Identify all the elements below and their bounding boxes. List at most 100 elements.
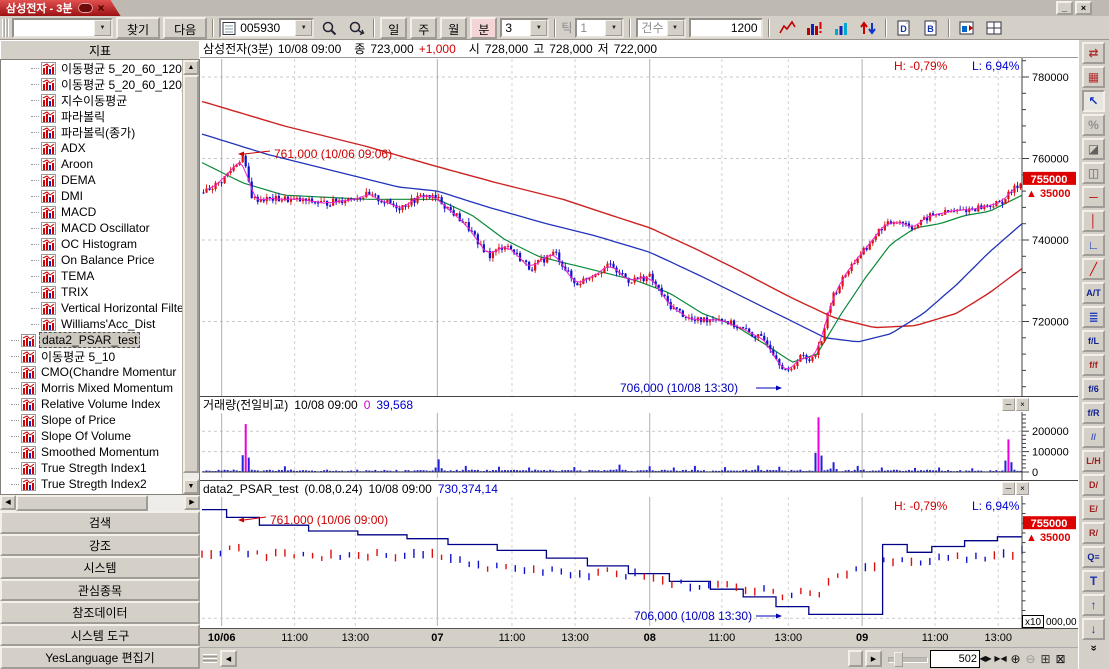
- sidebar-category-button[interactable]: YesLanguage 편집기: [0, 646, 200, 669]
- tree-item[interactable]: True Stregth Index2: [1, 476, 199, 492]
- tree-item[interactable]: Smoothed Momentum: [1, 444, 199, 460]
- volume-panel-minimize-button[interactable]: ─: [1002, 398, 1015, 411]
- updown-arrows-icon[interactable]: [856, 16, 880, 40]
- formula-line-icon[interactable]: f/L: [1082, 330, 1105, 352]
- grid-toggle-icon[interactable]: ⊞: [1039, 650, 1052, 667]
- tree-item[interactable]: DEMA: [1, 172, 199, 188]
- pattern-d-icon[interactable]: D/: [1082, 474, 1105, 496]
- window-link-icon[interactable]: [955, 16, 979, 40]
- tree-item[interactable]: 이동평균 5_20_60_120: [1, 60, 199, 76]
- sidebar-category-button[interactable]: 검색: [0, 511, 200, 534]
- scroll-up-icon[interactable]: ▲: [183, 60, 199, 75]
- scrollbar-thumb[interactable]: [848, 650, 863, 667]
- tree-item[interactable]: On Balance Price: [1, 252, 199, 268]
- scroll-left-icon[interactable]: ◀: [0, 495, 16, 510]
- find-button[interactable]: 찾기: [116, 17, 160, 39]
- scroll-down-icon[interactable]: ▼: [183, 479, 199, 494]
- tree-item[interactable]: Williams'Acc_Dist: [1, 316, 199, 332]
- window-tab[interactable]: 삼성전자 - 3분 ×: [0, 0, 121, 16]
- psar-chart[interactable]: H: -0,79%L: 6,94%761,000 (10/06 09:00)70…: [200, 496, 1078, 628]
- percent-tool-icon[interactable]: %: [1082, 114, 1105, 136]
- tree-item[interactable]: True Stregth Index1: [1, 460, 199, 476]
- refresh-icon[interactable]: ⇄: [1082, 42, 1105, 64]
- fib-lines-tool-icon[interactable]: ≣: [1082, 306, 1105, 328]
- psar-panel-minimize-button[interactable]: ─: [1002, 482, 1015, 495]
- dropdown-arrow-icon[interactable]: [295, 20, 312, 36]
- scroll-right-button[interactable]: ▶: [865, 650, 882, 667]
- main-price-chart[interactable]: 780000760000740000720000H: -0,79%L: 6,94…: [200, 58, 1078, 396]
- dropdown-arrow-icon[interactable]: [94, 20, 111, 36]
- tree-item[interactable]: 이동평균 5_10: [1, 348, 199, 364]
- new-chart-b-icon[interactable]: B: [919, 16, 943, 40]
- bar-chart-blue-icon[interactable]: [829, 16, 853, 40]
- close-chart-icon[interactable]: ⊠: [1054, 650, 1067, 667]
- tree-item[interactable]: Relative Volume Index: [1, 396, 199, 412]
- parallel-lines-icon[interactable]: //: [1082, 426, 1105, 448]
- scrollbar-thumb[interactable]: [16, 495, 148, 511]
- psar-panel-close-button[interactable]: ×: [1016, 482, 1029, 495]
- zoom-out-icon[interactable]: ⊖: [1024, 650, 1037, 667]
- zoom-search-icon[interactable]: [344, 16, 368, 40]
- bar-chart-alert-icon[interactable]: [802, 16, 826, 40]
- tree-item[interactable]: 파라볼릭(종가): [1, 124, 199, 140]
- bar-count-input[interactable]: [689, 18, 763, 38]
- volume-panel-close-button[interactable]: ×: [1016, 398, 1029, 411]
- scroll-left-button[interactable]: ◀: [220, 650, 237, 667]
- tile-chart-icon[interactable]: ▦: [1082, 66, 1105, 88]
- minute-interval-combo[interactable]: 3: [500, 18, 549, 38]
- new-chart-d-icon[interactable]: D: [892, 16, 916, 40]
- formula-arc-icon[interactable]: f/6: [1082, 378, 1105, 400]
- tree-item[interactable]: ADX: [1, 140, 199, 156]
- volume-chart[interactable]: 2000001000000: [200, 412, 1078, 480]
- tree-item[interactable]: OC Histogram: [1, 236, 199, 252]
- sidebar-category-button[interactable]: 관심종목: [0, 579, 200, 602]
- tree-item[interactable]: Vertical Horizontal Filte: [1, 300, 199, 316]
- quote-list-icon[interactable]: Q≡: [1082, 546, 1105, 568]
- tree-item[interactable]: DMI: [1, 188, 199, 204]
- sidebar-category-button[interactable]: 강조: [0, 534, 200, 557]
- dropdown-arrow-icon[interactable]: [530, 20, 547, 36]
- pan-horizontal-icon[interactable]: ◀▶: [979, 650, 992, 667]
- sidebar-category-button[interactable]: 시스템: [0, 556, 200, 579]
- tree-item[interactable]: MACD Oscillator: [1, 220, 199, 236]
- tree-item[interactable]: TRIX: [1, 284, 199, 300]
- tree-item[interactable]: 이동평균 5_20_60_120_: [1, 76, 199, 92]
- window-grid-icon[interactable]: [982, 16, 1006, 40]
- scroll-right-icon[interactable]: ▶: [184, 495, 200, 510]
- tree-item[interactable]: data2_PSAR_test: [1, 332, 199, 348]
- hline-tool-icon[interactable]: ─: [1082, 186, 1105, 208]
- next-button[interactable]: 다음: [163, 17, 207, 39]
- tree-item[interactable]: 파라볼릭: [1, 108, 199, 124]
- scrollbar-thumb[interactable]: [183, 75, 199, 473]
- tree-item[interactable]: Slope of Price: [1, 412, 199, 428]
- tree-item[interactable]: TEMA: [1, 268, 199, 284]
- more-tools-icon[interactable]: »: [1088, 637, 1100, 660]
- symbol-code-combo[interactable]: 005930: [219, 18, 314, 38]
- period-minute-button[interactable]: 분: [470, 17, 497, 39]
- zoom-in-icon[interactable]: ⊕: [1009, 650, 1022, 667]
- toolbar-grip[interactable]: [2, 19, 9, 37]
- formula-fan-icon[interactable]: f/f: [1082, 354, 1105, 376]
- pattern-r-icon[interactable]: R/: [1082, 522, 1105, 544]
- tree-horizontal-scrollbar[interactable]: ◀ ▶: [0, 495, 200, 511]
- tree-item[interactable]: 지수이동평균: [1, 92, 199, 108]
- line-chart-icon[interactable]: [775, 16, 799, 40]
- pattern-e-icon[interactable]: E/: [1082, 498, 1105, 520]
- tree-item[interactable]: Morris Mixed Momentum: [1, 380, 199, 396]
- text-tool-icon[interactable]: T: [1082, 570, 1105, 592]
- tree-item[interactable]: MACD: [1, 204, 199, 220]
- tree-item[interactable]: CMO(Chandre Momentur: [1, 364, 199, 380]
- tree-item[interactable]: Slope Of Volume: [1, 428, 199, 444]
- visible-bars-input[interactable]: [930, 650, 980, 668]
- minimize-button[interactable]: _: [1056, 1, 1073, 15]
- period-day-button[interactable]: 일: [380, 17, 407, 39]
- period-month-button[interactable]: 월: [440, 17, 467, 39]
- sidebar-category-button[interactable]: 참조데이터: [0, 601, 200, 624]
- tree-vertical-scrollbar[interactable]: ▲ ▼: [182, 60, 199, 494]
- arrow-up-tool-icon[interactable]: ↑: [1082, 594, 1105, 616]
- trend-line-tool-icon[interactable]: ╱: [1082, 258, 1105, 280]
- text-note-tool-icon[interactable]: A/T: [1082, 282, 1105, 304]
- formula-ratio-icon[interactable]: f/R: [1082, 402, 1105, 424]
- period-week-button[interactable]: 주: [410, 17, 437, 39]
- stock-search-combo[interactable]: [12, 18, 113, 38]
